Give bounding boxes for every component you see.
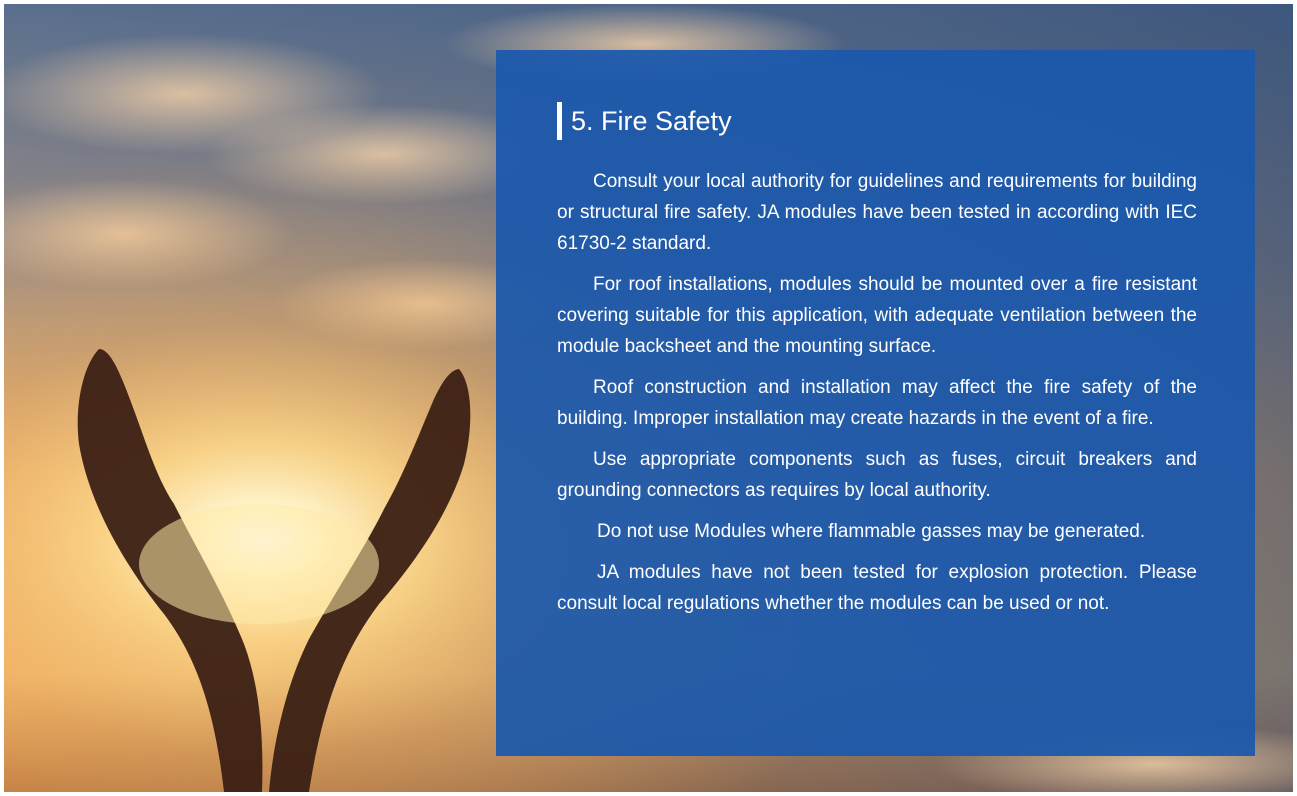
slide: 5. Fire Safety Consult your local author… [4,4,1293,792]
content-panel: 5. Fire Safety Consult your local author… [496,50,1255,756]
heading-accent-bar [557,102,562,140]
paragraph-roof-installations: For roof installations, modules should b… [557,274,1197,357]
paragraph-explosion-protection: JA modules have not been tested for expl… [557,562,1197,614]
section-title: 5. Fire Safety [571,106,732,136]
paragraph-flammable-gasses: Do not use Modules where flammable gasse… [597,521,1146,542]
section-heading: 5. Fire Safety [557,102,1197,140]
paragraph-local-authority: Consult your local authority for guideli… [557,171,1197,254]
paragraph-components: Use appropriate components such as fuses… [557,449,1197,501]
paragraph-roof-construction: Roof construction and installation may a… [557,377,1197,429]
